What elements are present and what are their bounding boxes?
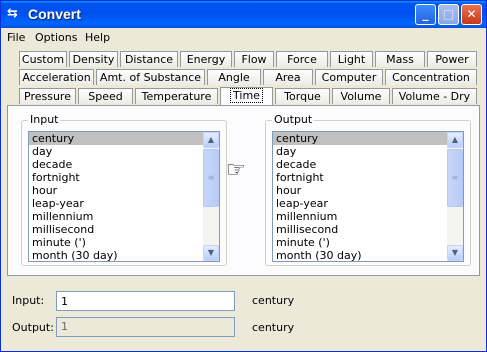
output-list-item[interactable]: millennium — [273, 210, 463, 223]
hand-pointer-icon: ☞ — [226, 158, 246, 183]
convert-window: ⇆ Convert _ □ ✕ File Options Help Custom… — [0, 0, 487, 352]
input-list-item[interactable]: leap-year — [29, 197, 219, 210]
menu-bar: File Options Help — [1, 28, 486, 47]
output-value-field: 1 — [56, 317, 235, 337]
input-list-item[interactable]: month (30 day) — [29, 249, 219, 261]
input-list-item[interactable]: millennium — [29, 210, 219, 223]
tab-mass[interactable]: Mass — [375, 51, 425, 67]
maximize-button[interactable]: □ — [438, 4, 459, 25]
input-field-label: Input: — [12, 294, 45, 307]
tab-power[interactable]: Power — [427, 51, 477, 67]
scroll-down-button[interactable]: ▼ — [203, 245, 219, 261]
scroll-down-button[interactable]: ▼ — [447, 245, 463, 261]
arrows-icon: ⇆ — [7, 6, 18, 21]
tab-time-label: Time — [230, 88, 263, 103]
tab-panel: Input century day decade fortnight hour leap-… — [7, 105, 480, 276]
output-list-item[interactable]: hour — [273, 184, 463, 197]
input-list-item[interactable]: day — [29, 145, 219, 158]
input-list-item[interactable]: millisecond — [29, 223, 219, 236]
minimize-button[interactable]: _ — [415, 4, 436, 25]
menu-help[interactable]: Help — [85, 31, 110, 44]
tab-custom[interactable]: Custom — [19, 51, 67, 67]
menu-file[interactable]: File — [7, 31, 25, 44]
output-field-label: Output: — [12, 321, 54, 334]
output-list-item[interactable]: leap-year — [273, 197, 463, 210]
scroll-thumb[interactable]: ≡ — [447, 149, 463, 207]
menu-options[interactable]: Options — [35, 31, 77, 44]
input-list-item[interactable]: decade — [29, 158, 219, 171]
tab-volume[interactable]: Volume — [332, 88, 390, 104]
tab-force[interactable]: Force — [276, 51, 328, 67]
tab-computer[interactable]: Computer — [315, 69, 383, 85]
tab-pressure[interactable]: Pressure — [19, 88, 76, 104]
output-unit-label: century — [252, 321, 295, 334]
tab-concentration[interactable]: Concentration — [385, 69, 477, 85]
tab-density[interactable]: Density — [69, 51, 118, 67]
tab-area[interactable]: Area — [263, 69, 313, 85]
tab-acceleration[interactable]: Acceleration — [19, 69, 94, 85]
title-bar[interactable]: ⇆ Convert _ □ ✕ — [1, 1, 486, 28]
output-list-item[interactable]: minute (') — [273, 236, 463, 249]
input-list-item[interactable]: century — [29, 132, 219, 145]
output-list-item[interactable]: fortnight — [273, 171, 463, 184]
tab-flow[interactable]: Flow — [234, 51, 274, 67]
tab-volume-dry[interactable]: Volume - Dry — [392, 88, 477, 104]
input-value-field[interactable] — [56, 291, 235, 311]
output-list-item[interactable]: decade — [273, 158, 463, 171]
input-unit-list[interactable]: century day decade fortnight hour leap-year mi… — [28, 131, 220, 262]
output-list-item[interactable]: millisecond — [273, 223, 463, 236]
tab-angle[interactable]: Angle — [207, 69, 261, 85]
window-title: Convert — [28, 6, 81, 22]
input-list-item[interactable]: minute (') — [29, 236, 219, 249]
close-button[interactable]: ✕ — [461, 4, 482, 25]
scroll-up-button[interactable]: ▲ — [447, 132, 463, 148]
tab-temperature[interactable]: Temperature — [135, 88, 218, 104]
tab-light[interactable]: Light — [330, 51, 373, 67]
scroll-up-button[interactable]: ▲ — [203, 132, 219, 148]
input-list-item[interactable]: fortnight — [29, 171, 219, 184]
output-group-label: Output — [272, 113, 315, 126]
output-list-item[interactable]: month (30 day) — [273, 249, 463, 261]
scroll-thumb[interactable]: ≡ — [203, 149, 219, 207]
tab-energy[interactable]: Energy — [180, 51, 232, 67]
tab-time[interactable]: Time — [220, 87, 273, 105]
input-group: Input century day decade fortnight hour leap-… — [21, 113, 227, 266]
input-list-scrollbar[interactable]: ▲ ≡ ▼ — [203, 132, 219, 261]
output-unit-list[interactable]: century day decade fortnight hour leap-year mi… — [272, 131, 464, 262]
tab-torque[interactable]: Torque — [275, 88, 330, 104]
output-list-scrollbar[interactable]: ▲ ≡ ▼ — [447, 132, 463, 261]
output-list-item[interactable]: century — [273, 132, 463, 145]
output-group: Output century day decade fortnight hour leap… — [265, 113, 471, 266]
input-group-label: Input — [28, 113, 61, 126]
output-list-item[interactable]: day — [273, 145, 463, 158]
tab-amt-of-substance[interactable]: Amt. of Substance — [96, 69, 205, 85]
tab-speed[interactable]: Speed — [78, 88, 133, 104]
input-unit-label: century — [252, 294, 295, 307]
input-list-item[interactable]: hour — [29, 184, 219, 197]
tab-distance[interactable]: Distance — [120, 51, 178, 67]
